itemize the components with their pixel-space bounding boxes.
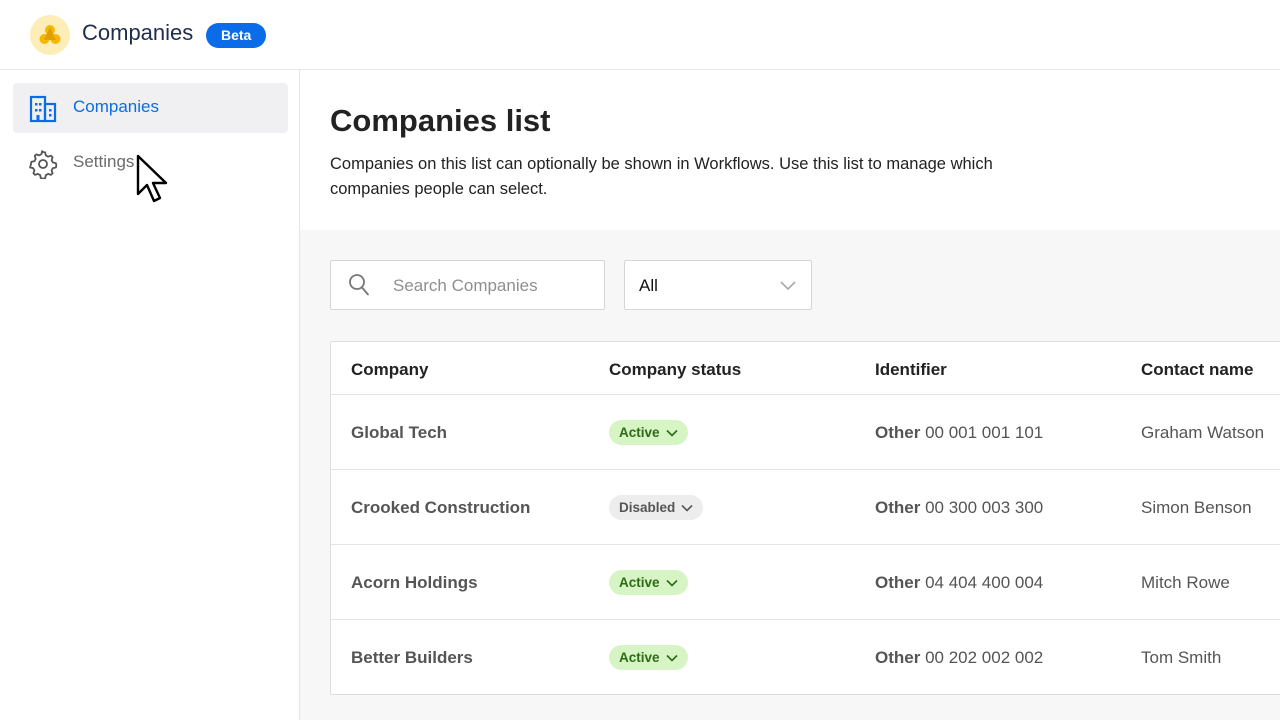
status-label: Active bbox=[619, 575, 660, 590]
column-header-company[interactable]: Company bbox=[351, 360, 428, 380]
beta-badge: Beta bbox=[206, 23, 267, 48]
identifier-value: 00 202 002 002 bbox=[925, 648, 1044, 667]
status-filter-select[interactable]: All bbox=[624, 260, 812, 310]
column-header-identifier[interactable]: Identifier bbox=[875, 360, 947, 380]
main-content: All Company Company status Identifier Co… bbox=[300, 230, 1280, 720]
table-row[interactable]: Crooked Construction Disabled Other 00 3… bbox=[331, 470, 1280, 545]
status-badge[interactable]: Disabled bbox=[609, 495, 704, 520]
sidebar-item-companies[interactable]: Companies bbox=[13, 83, 288, 133]
building-icon bbox=[29, 95, 57, 123]
logo-mark-icon bbox=[39, 25, 61, 44]
company-name[interactable]: Global Tech bbox=[351, 423, 447, 443]
identifier-value: 04 404 400 004 bbox=[925, 573, 1044, 592]
sidebar-item-label: Settings bbox=[73, 152, 135, 171]
search-input[interactable] bbox=[393, 274, 593, 298]
companies-table: Company Company status Identifier Contac… bbox=[330, 341, 1280, 695]
mouse-cursor-icon bbox=[136, 154, 168, 203]
column-header-contact[interactable]: Contact name bbox=[1141, 360, 1253, 380]
identifier-type: Other bbox=[875, 498, 921, 517]
company-name[interactable]: Acorn Holdings bbox=[351, 573, 478, 593]
chevron-down-icon bbox=[665, 579, 678, 587]
column-header-status[interactable]: Company status bbox=[609, 360, 741, 380]
contact-name: Simon Benson bbox=[1141, 498, 1252, 517]
identifier: Other 00 300 003 300 bbox=[875, 498, 1043, 518]
company-name[interactable]: Better Builders bbox=[351, 648, 473, 668]
app-title: Companies bbox=[82, 20, 194, 45]
identifier-value: 00 300 003 300 bbox=[925, 498, 1044, 517]
company-name[interactable]: Crooked Construction bbox=[351, 498, 530, 518]
identifier: Other 04 404 400 004 bbox=[875, 573, 1043, 593]
status-badge[interactable]: Active bbox=[609, 420, 688, 445]
contact-name: Mitch Rowe bbox=[1141, 573, 1230, 592]
contact-name: Tom Smith bbox=[1141, 648, 1222, 667]
search-box[interactable] bbox=[330, 260, 605, 310]
status-filter-value: All bbox=[639, 276, 658, 295]
identifier-type: Other bbox=[875, 648, 921, 667]
table-row[interactable]: Better Builders Active Other 00 202 002 … bbox=[331, 620, 1280, 694]
page-description: Companies on this list can optionally be… bbox=[330, 155, 993, 198]
status-label: Disabled bbox=[619, 500, 676, 515]
table-header: Company Company status Identifier Contac… bbox=[331, 342, 1280, 395]
top-bar: Companies Beta bbox=[0, 0, 1280, 70]
chevron-down-icon bbox=[681, 504, 693, 512]
app-logo bbox=[30, 15, 70, 55]
status-label: Active bbox=[619, 425, 660, 440]
sidebar-item-label: Companies bbox=[73, 97, 159, 116]
identifier-type: Other bbox=[875, 423, 921, 442]
status-badge[interactable]: Active bbox=[609, 570, 688, 595]
page-title: Companies list bbox=[330, 103, 551, 138]
chevron-down-icon bbox=[665, 429, 678, 437]
status-label: Active bbox=[619, 650, 660, 665]
table-row[interactable]: Acorn Holdings Active Other 04 404 400 0… bbox=[331, 545, 1280, 620]
contact-name: Graham Watson bbox=[1141, 423, 1265, 442]
page-header: Companies list Companies on this list ca… bbox=[300, 70, 1280, 230]
chevron-down-icon bbox=[665, 654, 678, 662]
identifier: Other 00 202 002 002 bbox=[875, 648, 1043, 668]
chevron-down-icon bbox=[780, 281, 796, 291]
identifier: Other 00 001 001 101 bbox=[875, 423, 1043, 443]
gear-icon bbox=[29, 150, 58, 179]
identifier-value: 00 001 001 101 bbox=[925, 423, 1044, 442]
search-icon bbox=[349, 274, 369, 296]
status-badge[interactable]: Active bbox=[609, 645, 688, 670]
identifier-type: Other bbox=[875, 573, 921, 592]
table-row[interactable]: Global Tech Active Other 00 001 001 101 … bbox=[331, 395, 1280, 470]
